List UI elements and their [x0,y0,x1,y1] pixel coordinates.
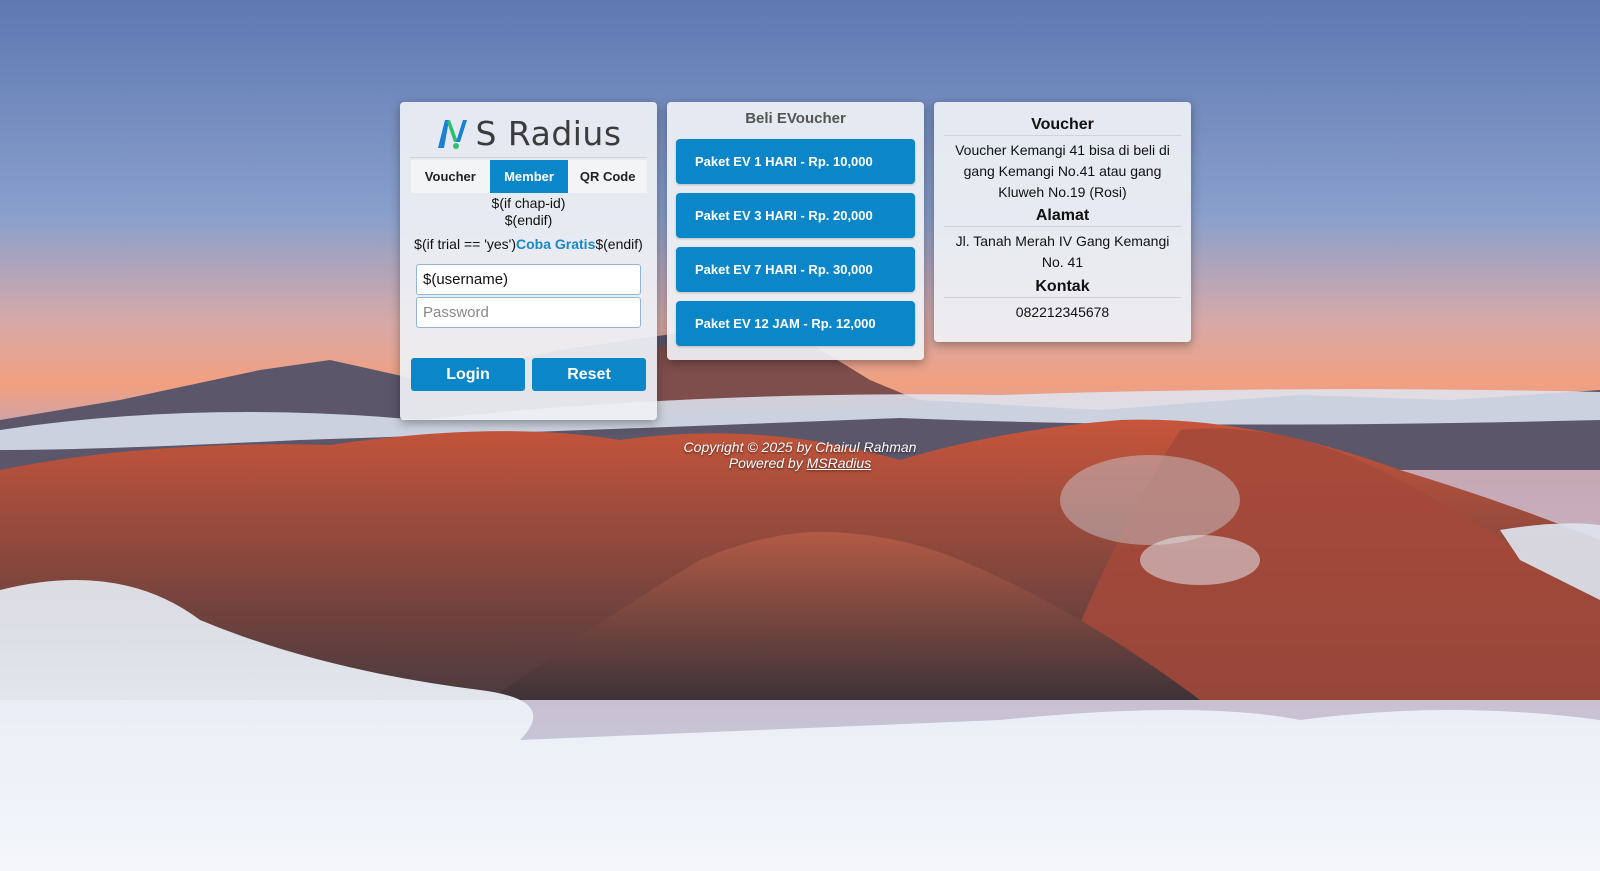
address-text: Jl. Tanah Merah IV Gang Kemangi No. 41 [955,233,1170,270]
divider [944,135,1181,136]
evoucher-title: Beli EVoucher [745,110,846,127]
contact-heading: Kontak [1035,278,1090,295]
voucher-heading: Voucher [1031,116,1094,133]
tab-member[interactable]: Member [489,160,569,193]
package-button[interactable]: Paket EV 3 HARI - Rp. 20,000 [676,193,915,238]
logo-m-icon [438,120,468,149]
voucher-info-text: Voucher Kemangi 41 bisa di beli di gang … [955,142,1170,200]
divider [944,226,1181,227]
tab-qr-code[interactable]: QR Code [568,160,648,193]
login-button[interactable]: Login [411,358,525,391]
msradius-logo: S Radius [400,112,657,154]
powered-by-prefix: Powered by [728,455,807,471]
chap-endif-text: $(endif) [504,212,553,228]
tab-voucher[interactable]: Voucher [411,160,490,193]
divider [410,157,647,158]
free-trial-link[interactable]: Coba Gratis [516,236,595,252]
reset-button[interactable]: Reset [532,358,646,391]
trial-suffix: $(endif) [595,236,643,252]
divider [944,297,1181,298]
package-button[interactable]: Paket EV 1 HARI - Rp. 10,000 [676,139,915,184]
trial-line: $(if trial == 'yes')Coba Gratis$(endif) [400,236,657,252]
chap-if-text: $(if chap-id) [491,195,566,211]
msradius-link[interactable]: MSRadius [807,455,872,471]
login-tabs: Voucher Member QR Code [411,160,648,193]
contact-text: 082212345678 [1015,304,1110,320]
username-input[interactable] [416,264,641,295]
copyright-text: Copyright © 2025 by Chairul Rahman [683,439,917,455]
package-button[interactable]: Paket EV 12 JAM - Rp. 12,000 [676,301,915,346]
powered-by-line: Powered by MSRadius [0,455,1600,471]
login-card: S Radius Voucher Member QR Code $(if cha… [400,102,657,420]
package-button[interactable]: Paket EV 7 HARI - Rp. 30,000 [676,247,915,292]
password-input[interactable] [416,297,641,328]
info-card: Voucher Voucher Kemangi 41 bisa di beli … [934,102,1191,342]
evoucher-card: Beli EVoucher Paket EV 1 HARI - Rp. 10,0… [667,102,924,360]
trial-prefix: $(if trial == 'yes') [414,236,516,252]
logo-text: S Radius [475,113,622,153]
address-heading: Alamat [1035,207,1090,224]
